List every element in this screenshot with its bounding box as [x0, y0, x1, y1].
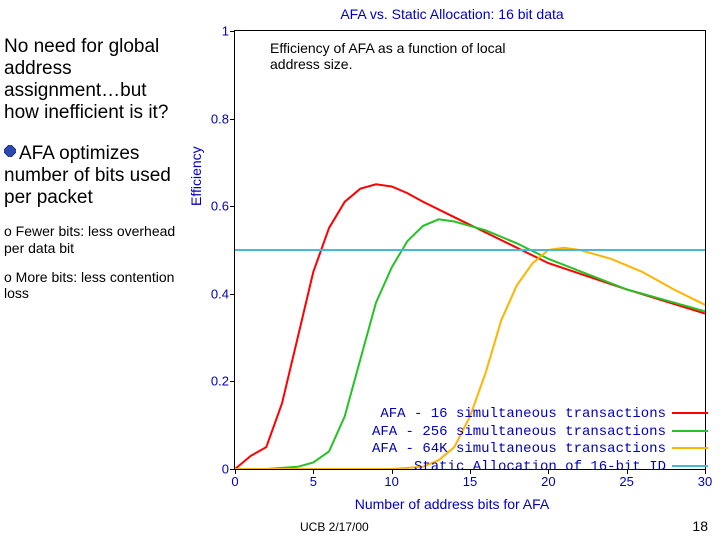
y-tick: 0.6	[201, 199, 229, 214]
legend: AFA - 16 simultaneous transactions AFA - …	[372, 406, 708, 476]
legend-item: AFA - 64K simultaneous transactions	[372, 441, 708, 459]
legend-item: Static Allocation of 16-bit ID	[372, 459, 708, 477]
x-tick: 10	[384, 474, 398, 489]
plot-area: 05101520253000.20.40.60.81	[234, 30, 706, 470]
x-tick: 20	[541, 474, 555, 489]
sidebar-heading: No need for global address assignment…bu…	[4, 36, 184, 123]
legend-swatch	[672, 465, 708, 467]
x-axis-label: Number of address bits for AFA	[188, 496, 716, 512]
legend-label: AFA - 64K simultaneous transactions	[372, 441, 666, 457]
y-tick: 0.8	[201, 111, 229, 126]
footer-date: UCB 2/17/00	[300, 520, 369, 534]
footer-page-number: 18	[692, 518, 708, 534]
sidebar-bullet-1: AFA optimizes number of bits used per pa…	[4, 141, 184, 209]
sidebar-sub-1: o Fewer bits: less overhead per data bit	[4, 223, 184, 257]
chart-title: AFA vs. Static Allocation: 16 bit data	[188, 6, 716, 22]
y-tick: 0	[201, 462, 229, 477]
legend-swatch	[672, 412, 708, 414]
diamond-icon	[4, 141, 16, 153]
x-tick: 30	[698, 474, 712, 489]
sidebar-sub-2: o More bits: less contention loss	[4, 269, 184, 303]
legend-swatch	[672, 430, 708, 432]
slide-root: No need for global address assignment…bu…	[0, 0, 720, 540]
legend-label: Static Allocation of 16-bit ID	[414, 459, 666, 475]
y-axis-label: Efficiency	[188, 146, 204, 206]
legend-label: AFA - 256 simultaneous transactions	[372, 424, 666, 440]
x-tick: 5	[310, 474, 317, 489]
sidebar: No need for global address assignment…bu…	[4, 36, 184, 314]
y-tick: 0.4	[201, 286, 229, 301]
chart-lines	[235, 31, 705, 469]
x-tick: 15	[463, 474, 477, 489]
x-tick: 0	[231, 474, 238, 489]
legend-label: AFA - 16 simultaneous transactions	[380, 406, 666, 422]
legend-item: AFA - 256 simultaneous transactions	[372, 424, 708, 442]
sidebar-bullet-1-text: AFA optimizes number of bits used per pa…	[4, 143, 171, 208]
x-tick: 25	[619, 474, 633, 489]
y-tick: 1	[201, 24, 229, 39]
legend-item: AFA - 16 simultaneous transactions	[372, 406, 708, 424]
legend-swatch	[672, 447, 708, 449]
y-tick: 0.2	[201, 374, 229, 389]
chart-caption: Efficiency of AFA as a function of local…	[270, 40, 540, 72]
